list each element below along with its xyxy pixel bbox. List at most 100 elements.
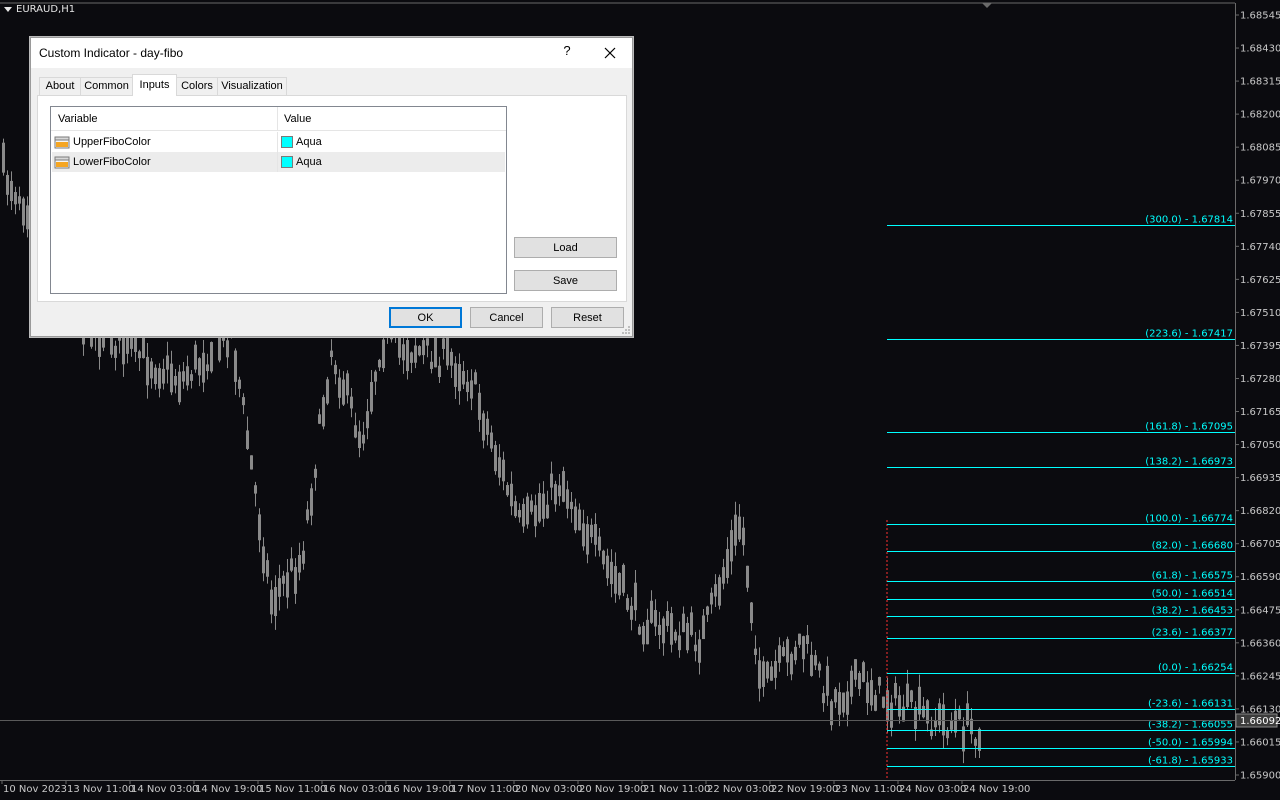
candle-body (130, 337, 133, 349)
candle-body (770, 666, 773, 681)
time-axis-label: 20 Nov 19:00 (579, 784, 646, 795)
candle-body (674, 631, 677, 641)
candle-body (262, 546, 265, 574)
candle-body (442, 338, 445, 349)
candle-body (210, 342, 213, 372)
candle-body (786, 639, 789, 663)
candle-body (586, 524, 589, 555)
header-value[interactable]: Value (284, 113, 311, 125)
chart-shift-marker-icon (982, 3, 992, 8)
price-axis-label: 1.66015 (1240, 737, 1280, 748)
candle-body (294, 567, 297, 594)
tab-inputs[interactable]: Inputs (132, 74, 177, 96)
candle-body (550, 473, 553, 488)
tab-colors[interactable]: Colors (176, 77, 218, 96)
price-axis-label: 1.68545 (1240, 11, 1280, 22)
candle-body (678, 635, 681, 651)
candle-body (198, 358, 201, 376)
candle-body (934, 720, 937, 728)
candle-body (958, 708, 961, 720)
candle-body (590, 524, 593, 538)
candle-body (546, 504, 549, 519)
candle-body (306, 509, 309, 521)
time-axis-label: 23 Nov 11:00 (835, 784, 902, 795)
candle-body (2, 142, 5, 173)
candle-body (342, 379, 345, 405)
candle-body (470, 380, 473, 399)
candle-body (510, 483, 513, 507)
candle-body (410, 352, 413, 363)
candle-body (234, 350, 237, 382)
load-button[interactable]: Load (514, 237, 617, 258)
candle-body (818, 663, 821, 671)
resize-grip-icon[interactable] (621, 325, 631, 335)
ok-button[interactable]: OK (389, 307, 462, 328)
candle-body (854, 659, 857, 680)
close-icon (604, 47, 616, 59)
tab-visualization[interactable]: Visualization (217, 77, 287, 96)
table-row[interactable]: LowerFiboColor Aqua (52, 152, 505, 172)
candle-body (254, 485, 257, 494)
candle-body (454, 363, 457, 387)
candle-body (670, 613, 673, 645)
candle-body (662, 618, 665, 644)
time-axis-label: 22 Nov 03:00 (707, 784, 774, 795)
candle-body (734, 514, 737, 546)
dialog-titlebar[interactable]: Custom Indicator - day-fibo ? (31, 38, 632, 68)
help-button[interactable]: ? (561, 43, 573, 58)
candle-body (834, 689, 837, 703)
candle-body (542, 493, 545, 519)
close-button[interactable] (598, 42, 622, 64)
cancel-button[interactable]: Cancel (470, 307, 543, 328)
tab-common[interactable]: Common (80, 77, 133, 96)
price-axis-label: 1.67510 (1240, 308, 1280, 319)
header-column-separator[interactable] (277, 107, 278, 131)
variable-value[interactable]: Aqua (296, 156, 322, 168)
price-axis-label: 1.68315 (1240, 77, 1280, 88)
candle-body (538, 493, 541, 522)
candle-body (26, 205, 29, 230)
tab-about[interactable]: About (39, 77, 81, 96)
candle-body (638, 626, 641, 635)
candle-body (202, 352, 205, 383)
price-axis-label: 1.66935 (1240, 473, 1280, 484)
fibo-level-label: (-23.6) - 1.66131 (1148, 699, 1233, 710)
chart-menu-triangle-icon[interactable] (4, 6, 12, 12)
candle-body (290, 558, 293, 571)
symbol-label: EURAUD,H1 (16, 4, 76, 15)
variable-value[interactable]: Aqua (296, 136, 322, 148)
fibo-level-label: (23.6) - 1.66377 (1152, 628, 1233, 639)
current-price-label: 1.66092 (1240, 716, 1280, 727)
candle-body (686, 622, 689, 651)
candle-body (714, 584, 717, 597)
time-axis-label: 21 Nov 11:00 (643, 784, 710, 795)
header-variable[interactable]: Variable (58, 113, 98, 125)
candle-body (250, 455, 253, 470)
inputs-grid[interactable]: Variable Value UpperFiboColor Aqua Lower… (50, 106, 507, 294)
candle-body (570, 501, 573, 510)
reset-button[interactable]: Reset (551, 307, 624, 328)
candle-body (650, 600, 653, 623)
candle-body (446, 337, 449, 366)
save-button[interactable]: Save (514, 270, 617, 291)
candle-body (422, 340, 425, 356)
table-row[interactable]: UpperFiboColor Aqua (52, 132, 505, 152)
candle-body (914, 706, 917, 729)
candle-body (666, 610, 669, 626)
candle-body (626, 598, 629, 610)
time-axis-label: 22 Nov 19:00 (771, 784, 838, 795)
candle-body (890, 702, 893, 728)
candle-body (418, 346, 421, 356)
candle-body (362, 434, 365, 444)
candle-body (946, 730, 949, 739)
candle-body (526, 496, 529, 525)
price-axis-label: 1.65900 (1240, 771, 1280, 782)
candle-body (814, 655, 817, 666)
candle-body (266, 560, 269, 577)
candle-body (506, 485, 509, 496)
time-axis-label: 16 Nov 19:00 (387, 784, 454, 795)
time-axis-label: 24 Nov 03:00 (899, 784, 966, 795)
candle-body (138, 351, 141, 359)
candle-body (534, 505, 537, 527)
candle-body (718, 577, 721, 606)
